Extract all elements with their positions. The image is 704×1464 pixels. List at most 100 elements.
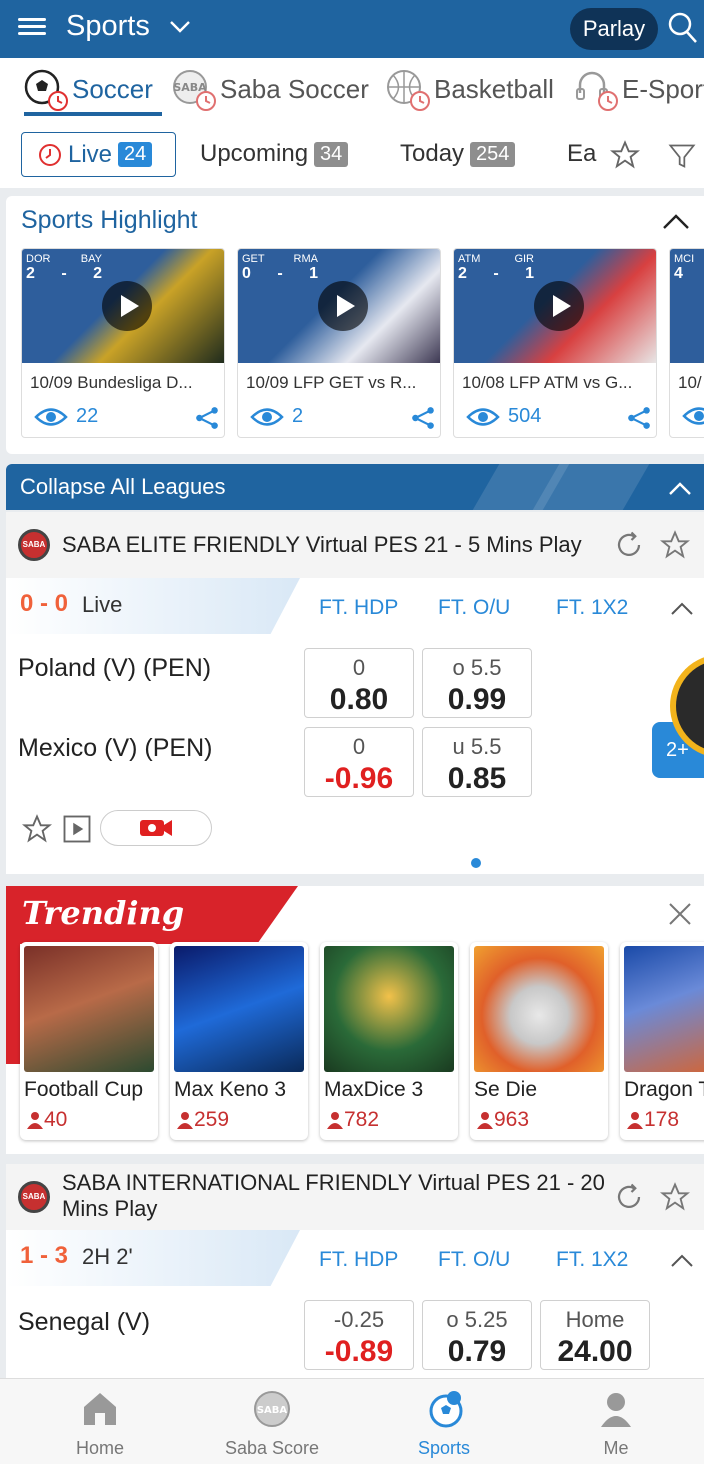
sports-highlight-section: Sports Highlight DOR BAY 2-2 10/09 Bundes… [6,196,704,454]
highlight-card[interactable]: MCI 4 10/ [669,248,704,438]
tab-esport[interactable]: E-Sport [574,58,704,120]
star-favorite-icon[interactable] [22,814,52,844]
game-card[interactable]: Football Cup 40 [20,942,158,1140]
match-score: 0 - 0 [20,590,69,617]
odds-button[interactable]: Home 24.00 [540,1300,650,1370]
sports-ball-icon [429,1391,463,1428]
odds-button[interactable]: 0 -0.96 [304,727,414,797]
live-stream-button[interactable] [100,810,212,846]
odds-button[interactable]: u 5.5 0.85 [422,727,532,797]
nav-me-label: Me [603,1438,629,1458]
highlight-card[interactable]: GET RMA 0-1 10/09 LFP GET vs R... 2 [237,248,441,438]
odds-line: o 5.5 [452,655,502,680]
play-icon[interactable] [102,281,152,331]
highlight-card[interactable]: ATM GIR 2-1 10/08 LFP ATM vs G... 504 [453,248,657,438]
league-name-line2: Mins Play [62,1196,158,1221]
share-icon[interactable] [626,405,652,431]
match-score: 1 - 3 [20,1242,69,1269]
chevron-up-icon[interactable] [662,212,690,232]
odds-button[interactable]: o 5.25 0.79 [422,1300,532,1370]
collapse-all-leagues-bar[interactable]: Collapse All Leagues [6,464,704,510]
game-card[interactable]: Dragon T 178 [620,942,704,1140]
search-icon[interactable] [668,12,698,44]
star-favorite-icon[interactable] [660,1182,690,1212]
star-favorite-icon[interactable] [660,530,690,560]
nav-sports[interactable]: Sports [356,1379,532,1464]
user-icon [627,1112,643,1129]
game-player-count: 782 [344,1108,380,1131]
user-icon [27,1112,43,1129]
filter-live-button[interactable]: Live 24 [21,132,176,177]
parlay-button[interactable]: Parlay [570,8,658,50]
filter-early[interactable]: Ea [567,140,596,168]
chevron-up-icon[interactable] [668,480,692,496]
refresh-icon[interactable] [614,1182,644,1212]
tab-saba-soccer-label: Saba Soccer [220,73,369,104]
tab-saba-soccer[interactable]: SABA Saba Soccer [172,58,369,120]
league-header[interactable]: SABA SABA ELITE FRIENDLY Virtual PES 21 … [6,512,704,578]
filter-funnel-icon[interactable] [668,142,696,170]
share-icon[interactable] [194,405,220,431]
play-icon[interactable] [318,281,368,331]
chevron-up-icon[interactable] [670,1252,694,1268]
filter-upcoming-label: Upcoming [200,140,309,167]
chevron-up-icon[interactable] [670,600,694,616]
chevron-down-icon[interactable] [168,14,192,38]
game-thumbnail [174,946,304,1072]
odds-value: 0.85 [447,762,507,795]
tab-soccer-label: Soccer [72,73,153,104]
league-name-line1: SABA INTERNATIONAL FRIENDLY Virtual PES … [62,1170,605,1195]
game-thumbnail [24,946,154,1072]
close-icon[interactable] [668,902,692,926]
highlight-away-team: RMA [293,253,318,265]
tab-soccer[interactable]: Soccer [24,58,153,120]
saba-score-icon: SABA [254,1391,290,1427]
star-favorite-icon[interactable] [610,140,640,170]
tab-basketball[interactable]: Basketball [386,58,554,120]
odds-line: 0 [352,655,366,680]
game-name: Max Keno 3 [174,1078,287,1101]
match-score-band: 1 - 3 2H 2' [6,1230,300,1286]
odds-value: 0.80 [329,683,389,716]
nav-me[interactable]: Me [528,1379,704,1464]
time-filter-row: Live 24 Upcoming 34 Today 254 Ea [0,120,704,188]
game-thumbnail [624,946,704,1072]
video-play-icon[interactable] [62,814,92,844]
league-header[interactable]: SABA SABA INTERNATIONAL FRIENDLY Virtual… [6,1164,704,1230]
menu-icon[interactable] [18,14,46,42]
svg-text:SABA: SABA [257,1405,288,1416]
refresh-icon[interactable] [614,530,644,560]
highlight-card-title: 10/08 LFP ATM vs G... [462,373,633,392]
page-title[interactable]: Sports [66,10,150,43]
highlight-away-score: 1 [309,265,318,282]
league-name: SABA ELITE FRIENDLY Virtual PES 21 - 5 M… [62,532,582,557]
game-card[interactable]: Max Keno 3 259 [170,942,308,1140]
home-team-name: Senegal (V) [18,1308,151,1336]
highlight-video-thumbnail: DOR BAY 2-2 [22,249,224,363]
game-card[interactable]: Se Die 963 [470,942,608,1140]
game-name: Football Cup [24,1078,144,1101]
nav-saba-score-label: Saba Score [224,1438,320,1458]
highlight-card-title: 10/09 Bundesliga D... [30,373,193,392]
odds-button[interactable]: o 5.5 0.99 [422,648,532,718]
soccer-ball-icon [24,67,68,111]
eye-icon [250,407,284,426]
filter-upcoming[interactable]: Upcoming 34 [200,140,349,168]
league-block: SABA SABA INTERNATIONAL FRIENDLY Virtual… [6,1164,704,1378]
nav-saba-score[interactable]: SABA Saba Score [184,1379,360,1464]
play-icon[interactable] [534,281,584,331]
odds-line: o 5.25 [446,1307,508,1332]
user-icon [327,1112,343,1129]
filter-early-label: Ea [567,140,597,167]
filter-today[interactable]: Today 254 [400,140,516,168]
nav-home[interactable]: Home [12,1379,188,1464]
odds-button[interactable]: -0.25 -0.89 [304,1300,414,1370]
share-icon[interactable] [410,405,436,431]
highlight-card[interactable]: DOR BAY 2-2 10/09 Bundesliga D... 22 [21,248,225,438]
odds-line: u 5.5 [452,734,502,759]
highlight-view-count: 504 [508,405,542,427]
user-icon [477,1112,493,1129]
sports-highlight-title: Sports Highlight [21,206,198,234]
game-card[interactable]: MaxDice 3 782 [320,942,458,1140]
odds-button[interactable]: 0 0.80 [304,648,414,718]
